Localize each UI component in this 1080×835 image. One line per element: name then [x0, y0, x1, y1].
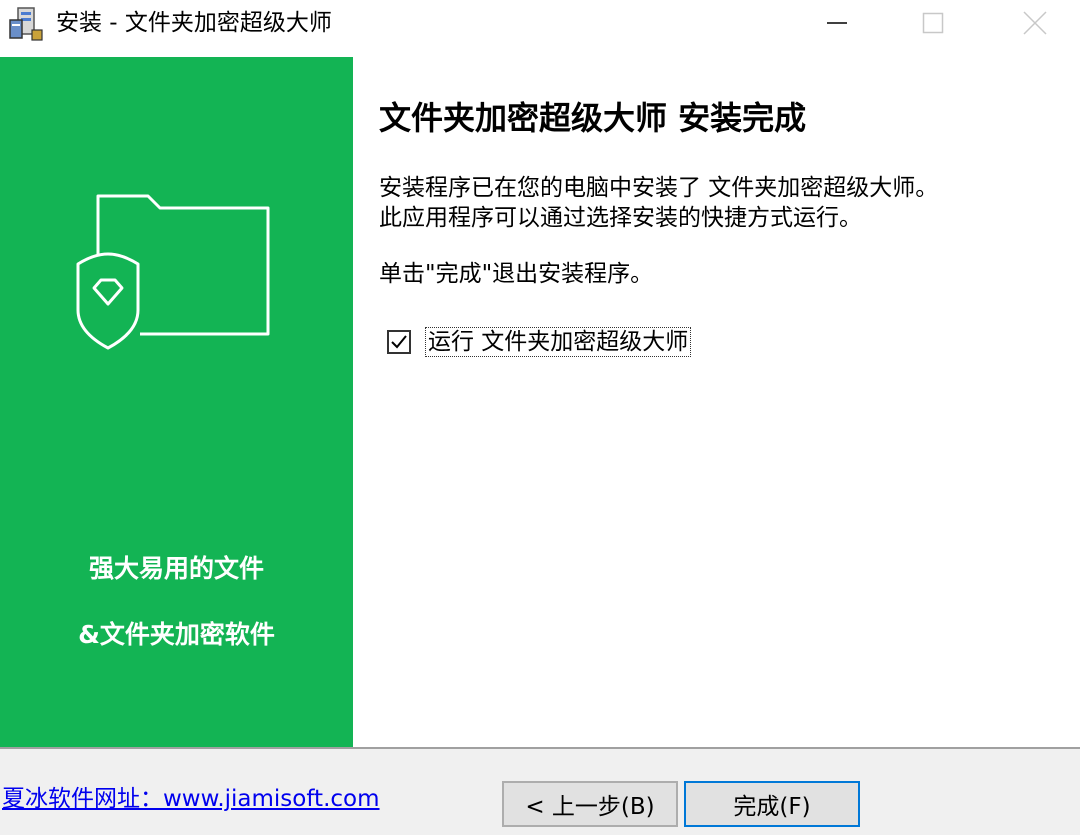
button-bar: 夏冰软件网址：www.jiamisoft.com < 上一步(B) 完成(F): [0, 747, 1080, 835]
run-app-option[interactable]: 运行 文件夹加密超级大师: [387, 327, 692, 357]
close-button[interactable]: [990, 0, 1080, 46]
exit-instruction: 单击"完成"退出安装程序。: [379, 261, 654, 287]
finish-content: 文件夹加密超级大师 安装完成 安装程序已在您的电脑中安装了 文件夹加密超级大师。…: [353, 57, 1080, 747]
minimize-button[interactable]: [792, 0, 882, 46]
window-title: 安装 - 文件夹加密超级大师: [56, 10, 332, 36]
tagline-line2: &文件夹加密软件: [78, 620, 275, 649]
back-button[interactable]: < 上一步(B): [502, 781, 678, 827]
run-app-label[interactable]: 运行 文件夹加密超级大师: [425, 327, 692, 357]
title-bar: 安装 - 文件夹加密超级大师: [0, 0, 1080, 48]
completion-message-line2: 此应用程序可以通过选择安装的快捷方式运行。: [379, 205, 862, 231]
installer-window: 安装 - 文件夹加密超级大师 强大易用的文件 &文件夹加密软件 文件夹加密超级大…: [0, 0, 1080, 835]
installer-app-icon: [8, 6, 46, 42]
maximize-icon: [922, 12, 944, 34]
minimize-icon: [827, 22, 847, 24]
encrypted-folder-icon: [76, 194, 270, 350]
checkmark-icon: [391, 335, 407, 349]
page-title: 文件夹加密超级大师 安装完成: [379, 99, 807, 137]
close-icon: [1023, 11, 1047, 35]
maximize-button[interactable]: [888, 0, 978, 46]
website-link[interactable]: 夏冰软件网址：www.jiamisoft.com: [2, 779, 380, 813]
tagline-line1: 强大易用的文件: [88, 554, 264, 583]
completion-message-line1: 安装程序已在您的电脑中安装了 文件夹加密超级大师。: [379, 175, 939, 201]
side-banner: 强大易用的文件 &文件夹加密软件: [0, 57, 353, 747]
run-app-checkbox[interactable]: [387, 330, 411, 354]
finish-button[interactable]: 完成(F): [684, 781, 860, 827]
